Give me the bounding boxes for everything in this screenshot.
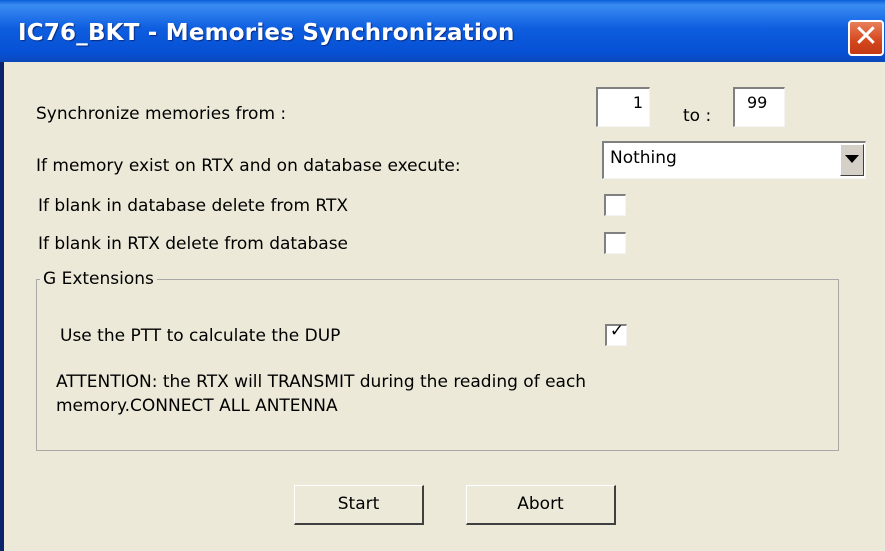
- g-extensions-group: G Extensions Use the PTT to calculate th…: [36, 269, 839, 451]
- attention-line-2: memory.CONNECT ALL ANTENNA: [56, 396, 338, 416]
- dialog-window: IC76_BKT - Memories Synchronization ✕ Sy…: [0, 0, 885, 551]
- chevron-down-icon: [845, 155, 859, 163]
- conflict-action-select[interactable]: Nothing: [602, 141, 866, 179]
- blank-rtx-label: If blank in RTX delete from database: [38, 234, 349, 254]
- ptt-checkbox[interactable]: ✓: [605, 321, 627, 346]
- conflict-action-value: Nothing: [610, 148, 677, 168]
- group-title: G Extensions: [40, 269, 157, 289]
- sync-to-label: to :: [683, 106, 712, 126]
- check-icon: ✓: [609, 321, 625, 341]
- close-icon: ✕: [853, 19, 879, 54]
- start-button[interactable]: Start: [294, 485, 424, 525]
- blank-db-checkbox[interactable]: [604, 194, 626, 216]
- conflict-label: If memory exist on RTX and on database e…: [36, 156, 461, 176]
- sync-range-label: Synchronize memories from :: [36, 104, 287, 124]
- title-bar[interactable]: IC76_BKT - Memories Synchronization ✕: [0, 0, 885, 62]
- dialog-body: Synchronize memories from : 1 to : 99 If…: [4, 62, 885, 551]
- blank-rtx-checkbox[interactable]: [604, 232, 626, 254]
- dropdown-button[interactable]: [840, 144, 864, 176]
- abort-button[interactable]: Abort: [466, 485, 616, 525]
- ptt-label: Use the PTT to calculate the DUP: [60, 326, 341, 346]
- sync-from-input[interactable]: 1: [596, 87, 650, 127]
- blank-db-label: If blank in database delete from RTX: [38, 196, 349, 216]
- sync-to-input[interactable]: 99: [733, 87, 785, 127]
- close-button[interactable]: ✕: [848, 19, 884, 56]
- window-title: IC76_BKT - Memories Synchronization: [18, 20, 515, 46]
- attention-line-1: ATTENTION: the RTX will TRANSMIT during …: [56, 372, 587, 392]
